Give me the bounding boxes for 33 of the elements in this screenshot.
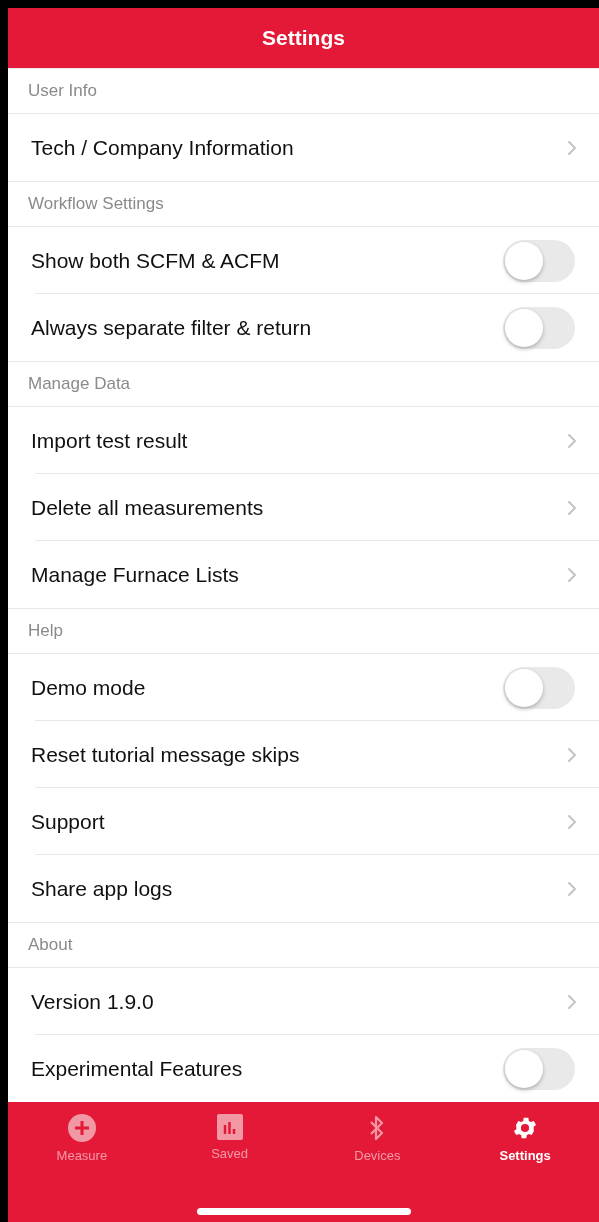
setting-label: Demo mode bbox=[31, 675, 146, 700]
toggle-switch[interactable] bbox=[503, 666, 575, 709]
chevron-right-icon bbox=[567, 432, 577, 449]
setting-label[interactable]: Import test result bbox=[31, 428, 188, 453]
chevron-right-icon bbox=[567, 139, 577, 156]
section-title: User Info bbox=[28, 81, 97, 101]
screen-title: Settings bbox=[262, 26, 345, 50]
section-title: About bbox=[28, 935, 73, 955]
setting-label[interactable]: Share app logs bbox=[31, 876, 173, 901]
plus-circle-icon bbox=[67, 1114, 96, 1142]
setting-label[interactable]: Version 1.9.0 bbox=[31, 989, 154, 1014]
chevron-right-icon bbox=[567, 499, 577, 516]
section-title: Help bbox=[28, 621, 63, 641]
chevron-right-icon bbox=[567, 880, 577, 897]
toggle-switch[interactable] bbox=[503, 306, 575, 349]
toggle-switch[interactable] bbox=[503, 239, 575, 282]
setting-label: Always separate filter & return bbox=[31, 315, 312, 340]
chevron-right-icon bbox=[567, 993, 577, 1010]
chevron-right-icon bbox=[567, 566, 577, 583]
section-title: Workflow Settings bbox=[28, 194, 164, 214]
bar-chart-icon bbox=[216, 1114, 243, 1140]
setting-label[interactable]: Tech / Company Information bbox=[31, 135, 294, 160]
setting-label[interactable]: Manage Furnace Lists bbox=[31, 562, 239, 587]
chevron-right-icon bbox=[567, 813, 577, 830]
tab[interactable]: Settings bbox=[451, 1114, 599, 1163]
toggle-switch[interactable] bbox=[503, 1047, 575, 1090]
setting-label[interactable]: Reset tutorial message skips bbox=[31, 742, 300, 767]
chevron-right-icon bbox=[567, 746, 577, 763]
section-title: Manage Data bbox=[28, 374, 131, 394]
setting-label[interactable]: Delete all measurements bbox=[31, 495, 264, 520]
setting-label[interactable]: Support bbox=[31, 809, 105, 834]
setting-label: Experimental Features bbox=[31, 1056, 243, 1081]
setting-label: Show both SCFM & ACFM bbox=[31, 248, 280, 273]
